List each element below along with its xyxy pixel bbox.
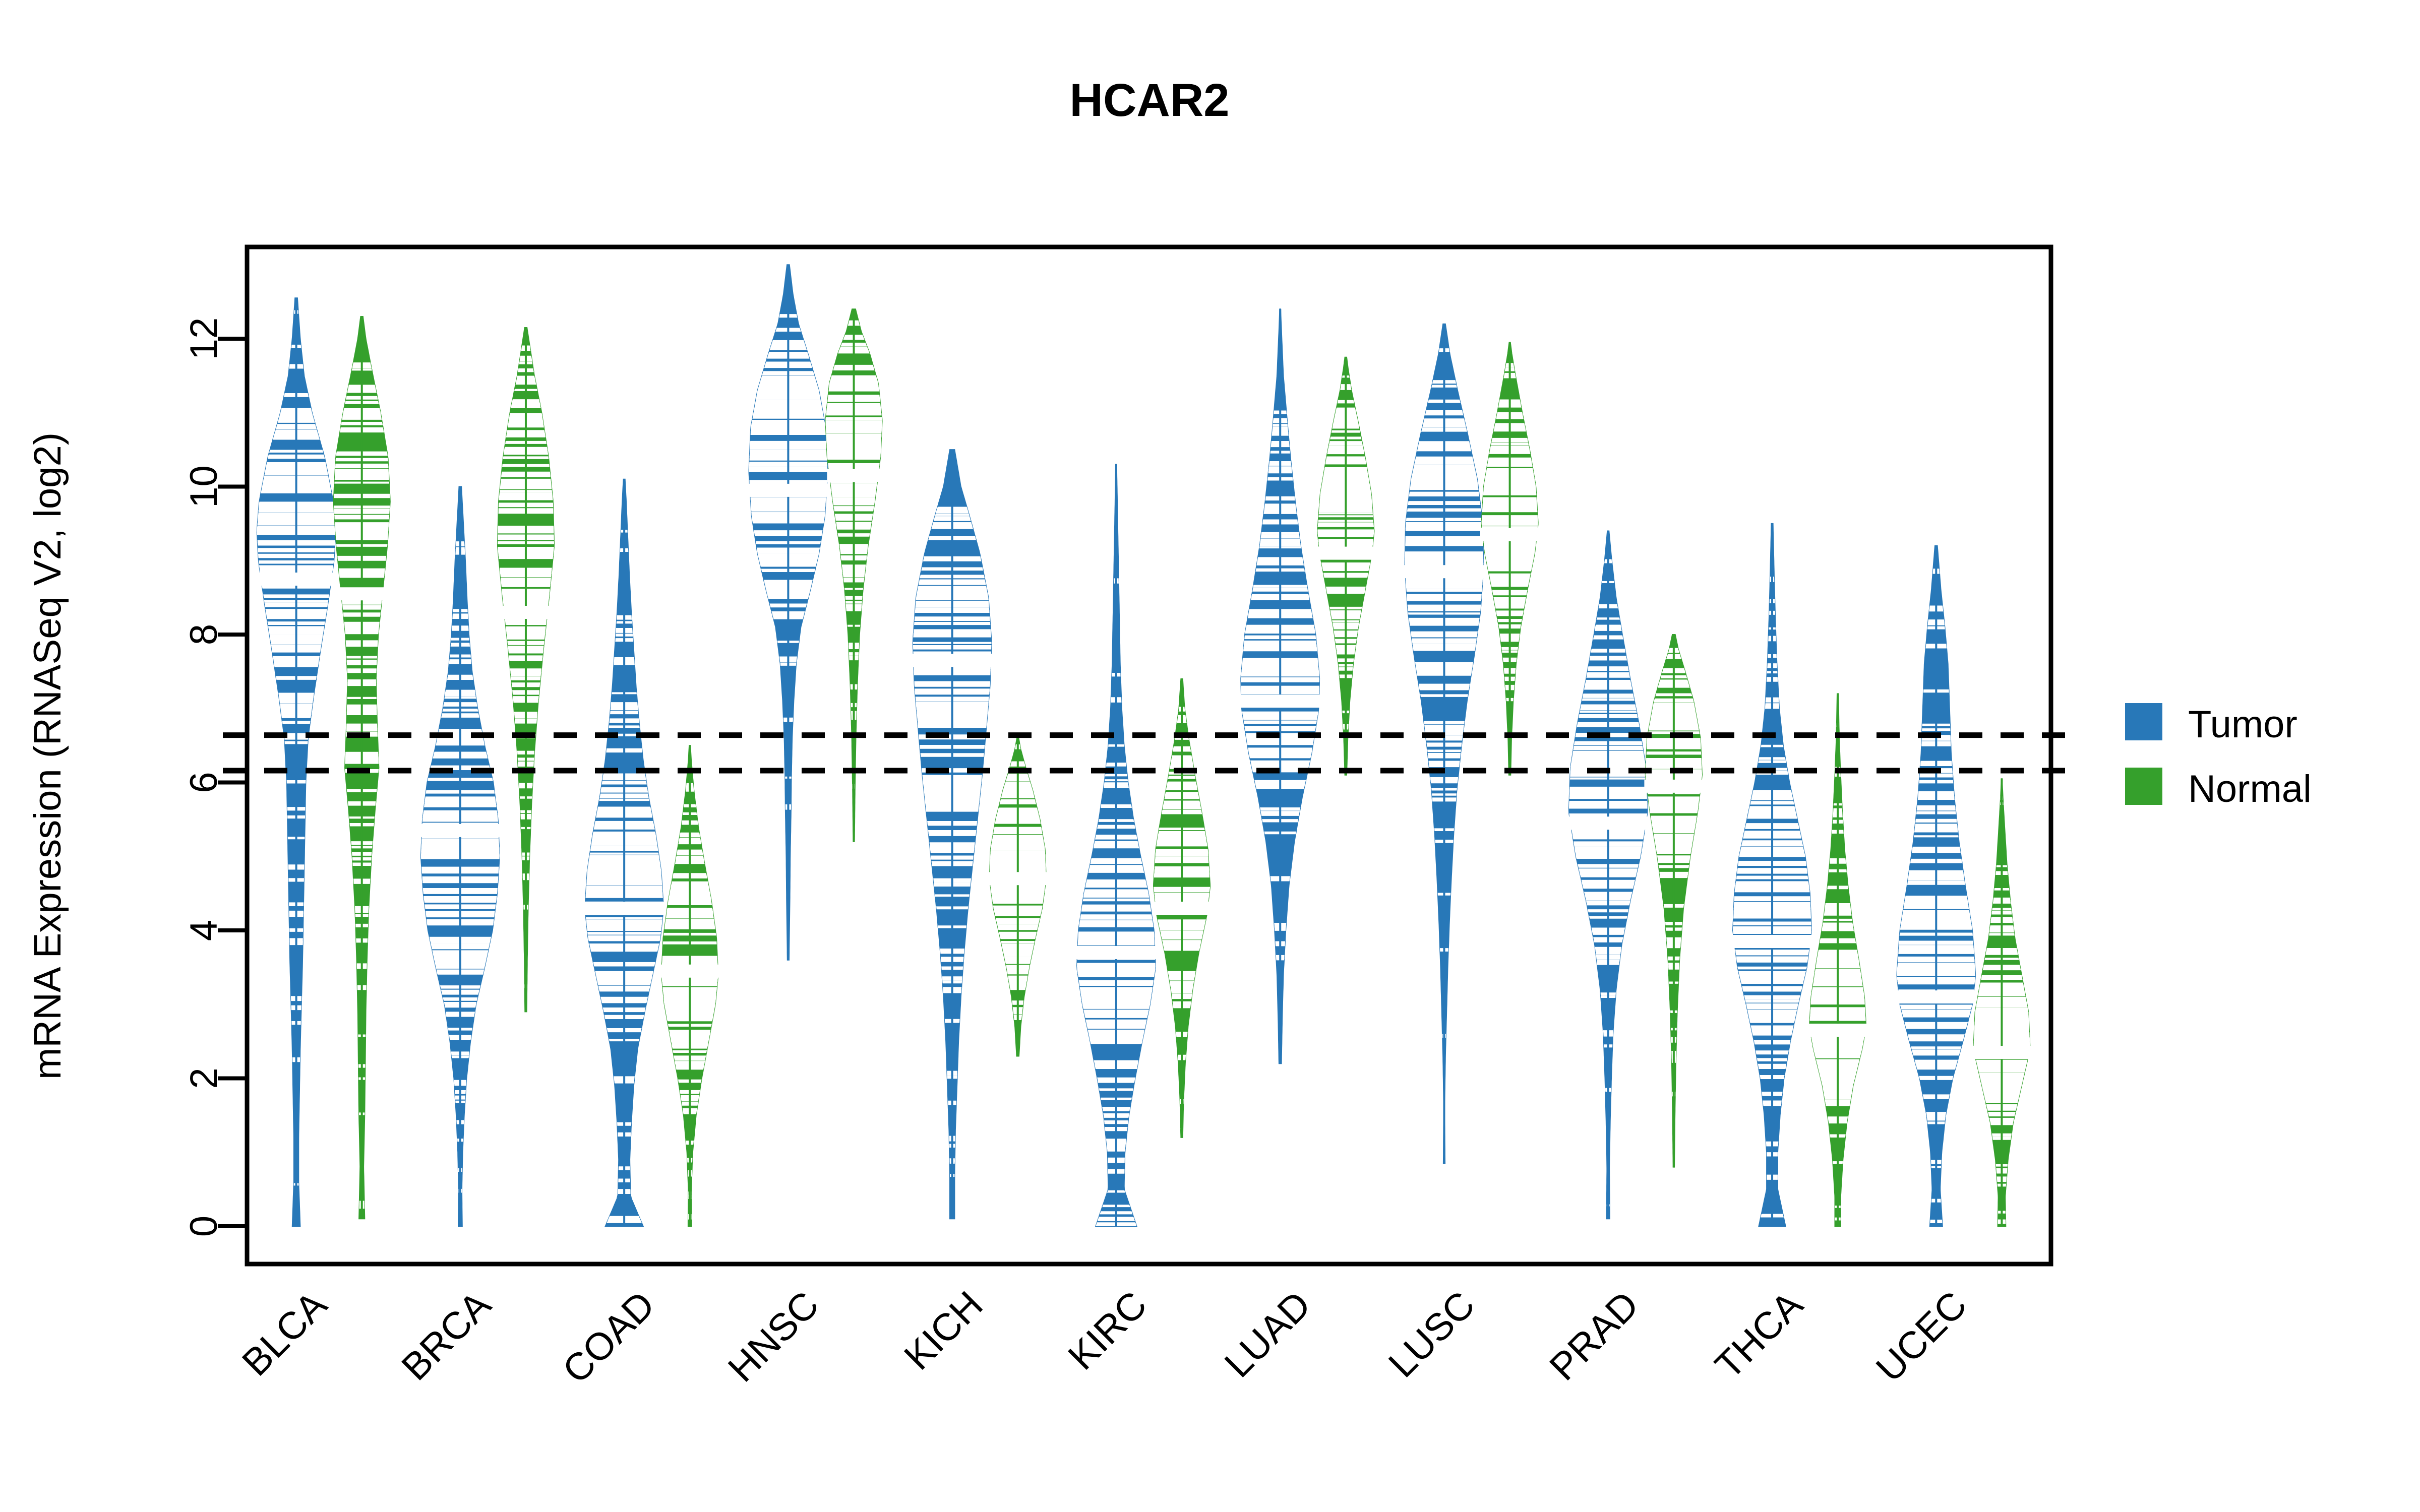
x-tick-label-luad: LUAD	[1217, 1283, 1319, 1385]
y-axis-ticks: 0 2 4 6 8 10 12	[183, 318, 250, 1237]
violin-blca-tumor[interactable]	[255, 297, 338, 1227]
chart-root: HCAR2 mRNA Expression (RNASeq V2, log2) …	[0, 0, 2420, 1512]
violin-kich-normal[interactable]	[987, 737, 1049, 1057]
violin-kich-tumor[interactable]	[911, 449, 994, 1220]
y-tick-label: 4	[183, 920, 225, 941]
y-axis-title: mRNA Expression (RNASeq V2, log2)	[26, 432, 69, 1080]
y-tick-label: 0	[183, 1216, 225, 1237]
violin-ucec-tumor[interactable]	[1895, 545, 1977, 1227]
y-tick-label: 2	[183, 1067, 225, 1089]
y-tick-label: 6	[183, 772, 225, 793]
x-tick-label-thca: THCA	[1707, 1283, 1811, 1388]
violin-ucec-normal[interactable]	[1971, 778, 2032, 1227]
violin-luad-normal[interactable]	[1315, 356, 1376, 776]
legend: Tumor Normal	[2125, 703, 2312, 810]
x-tick-label-hnsc: HNSC	[720, 1283, 827, 1390]
violin-thca-normal[interactable]	[1807, 693, 1868, 1227]
y-tick-label: 10	[183, 465, 225, 508]
x-tick-label-blca: BLCA	[234, 1283, 335, 1384]
x-tick-label-kirc: KIRC	[1060, 1283, 1155, 1378]
violin-kirc-tumor[interactable]	[1075, 464, 1158, 1227]
violin-lusc-normal[interactable]	[1479, 342, 1540, 776]
x-tick-label-coad: COAD	[555, 1283, 663, 1392]
violin-coad-tumor[interactable]	[582, 478, 667, 1227]
x-axis-category-labels: BLCA BRCA COAD HNSC KICH KIRC LUAD LUSC PRAD THCA…	[234, 1283, 1975, 1392]
violin-kirc-normal[interactable]	[1152, 678, 1212, 1138]
legend-label-normal: Normal	[2188, 768, 2312, 810]
legend-label-tumor: Tumor	[2188, 703, 2297, 746]
violin-coad-normal[interactable]	[659, 745, 721, 1227]
violin-hnsc-tumor[interactable]	[747, 264, 830, 961]
x-tick-label-prad: PRAD	[1541, 1283, 1647, 1389]
violin-series-layer	[255, 264, 2032, 1227]
reference-lines	[223, 732, 2079, 774]
violin-plot-figure: HCAR2 mRNA Expression (RNASeq V2, log2) …	[26, 75, 2312, 1392]
page-title: HCAR2	[1070, 75, 1230, 126]
violin-blca-normal[interactable]	[332, 316, 392, 1220]
violin-hnsc-normal[interactable]	[823, 308, 884, 842]
violin-prad-normal[interactable]	[1644, 634, 1704, 1168]
x-tick-label-kich: KICH	[896, 1283, 991, 1378]
violin-luad-tumor[interactable]	[1239, 308, 1322, 1064]
x-tick-label-lusc: LUSC	[1380, 1283, 1483, 1385]
x-tick-label-ucec: UCEC	[1868, 1283, 1975, 1390]
y-tick-label: 12	[183, 318, 225, 360]
legend-swatch-tumor[interactable]	[2125, 703, 2162, 740]
violin-lusc-tumor[interactable]	[1403, 323, 1486, 1164]
violin-thca-tumor[interactable]	[1731, 523, 1813, 1227]
x-tick-label-brca: BRCA	[394, 1283, 500, 1389]
violin-brca-normal[interactable]	[496, 327, 556, 1013]
violin-brca-tumor[interactable]	[419, 486, 502, 1227]
y-tick-label: 8	[183, 624, 225, 645]
legend-swatch-normal[interactable]	[2125, 768, 2162, 805]
violin-prad-tumor[interactable]	[1567, 530, 1649, 1220]
